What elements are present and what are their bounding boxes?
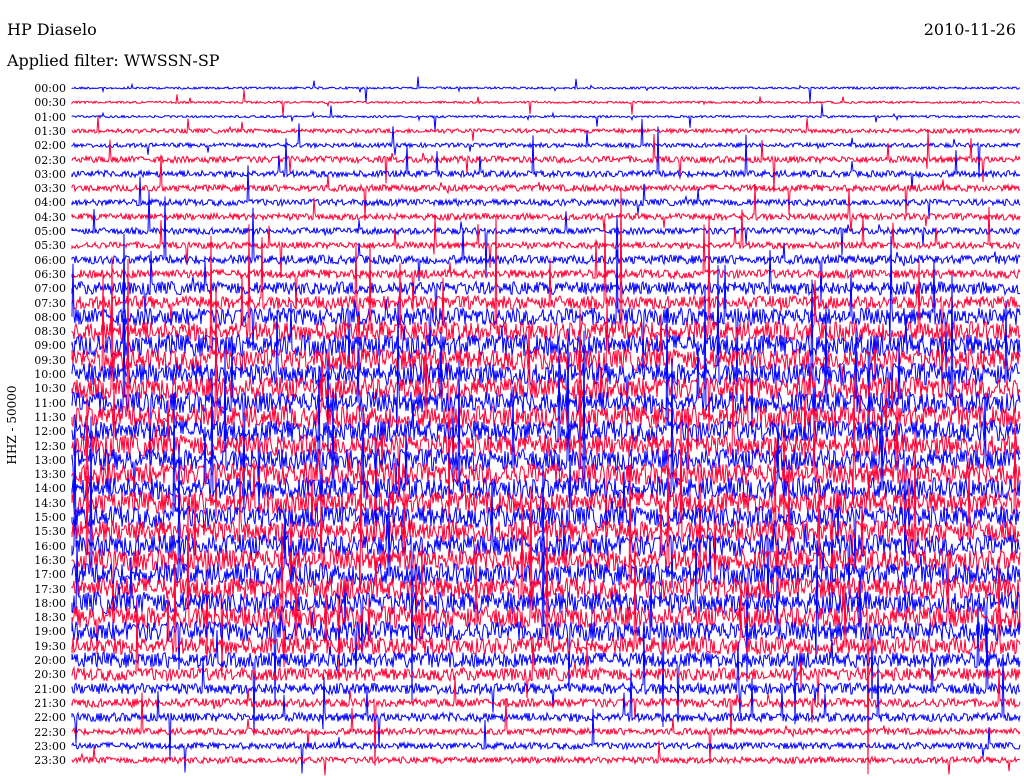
trace-0430 <box>71 183 1021 232</box>
time-label: 11:30 <box>34 410 66 424</box>
time-label: 08:00 <box>34 310 66 324</box>
time-label: 05:00 <box>34 225 66 238</box>
trace-0130 <box>71 116 1021 142</box>
time-label: 13:00 <box>34 453 66 467</box>
time-label: 04:30 <box>34 210 66 224</box>
time-label: 00:30 <box>34 96 66 110</box>
time-label: 01:30 <box>34 124 66 138</box>
trace-0100 <box>71 104 1021 131</box>
time-label: 10:30 <box>34 382 66 396</box>
time-label: 20:00 <box>34 654 66 667</box>
time-label: 11:00 <box>34 396 66 410</box>
trace-0500 <box>71 191 1021 279</box>
time-label: 19:00 <box>34 625 66 639</box>
date-label: 2010-11-26 <box>923 20 1016 39</box>
time-label: 16:30 <box>34 553 66 567</box>
time-label: 05:30 <box>34 239 66 253</box>
time-label: 22:30 <box>34 725 66 739</box>
time-label: 07:00 <box>34 282 66 296</box>
time-label: 03:00 <box>34 167 66 181</box>
time-label: 23:00 <box>34 739 66 753</box>
filter-label: Applied filter: WWSSN-SP <box>7 51 220 70</box>
time-label: 17:00 <box>34 568 66 582</box>
time-label: 02:00 <box>34 139 66 153</box>
time-label: 09:00 <box>34 339 66 353</box>
seismogram-traces <box>71 76 1021 776</box>
time-label: 12:30 <box>34 439 66 453</box>
time-label: 06:30 <box>34 267 66 281</box>
time-label: 14:30 <box>34 496 66 510</box>
time-label: 22:00 <box>34 711 66 725</box>
time-label: 02:30 <box>34 153 66 167</box>
time-label: 10:00 <box>34 368 66 381</box>
time-label: 15:30 <box>34 525 66 539</box>
trace-0200 <box>71 118 1021 177</box>
time-label: 17:30 <box>34 582 66 596</box>
time-label: 19:30 <box>34 639 66 653</box>
time-label: 09:30 <box>34 353 66 367</box>
time-label: 21:00 <box>34 682 66 696</box>
time-label: 18:00 <box>34 596 66 610</box>
time-label: 04:00 <box>34 196 66 210</box>
helicorder-plot: HP Diaselo Applied filter: WWSSN-SP 2010… <box>0 0 1024 780</box>
time-label: 23:30 <box>34 754 66 768</box>
time-label: 14:00 <box>34 482 66 496</box>
time-label: 12:00 <box>34 425 66 439</box>
time-label: 01:00 <box>34 110 66 124</box>
time-label: 03:30 <box>34 182 66 196</box>
time-label: 13:30 <box>34 468 66 482</box>
time-label: 08:30 <box>34 325 66 339</box>
trace-0700 <box>71 250 1021 319</box>
time-label: 15:00 <box>34 511 66 524</box>
trace-0030 <box>71 89 1021 117</box>
trace-0230 <box>71 129 1021 192</box>
time-label: 07:30 <box>34 296 66 310</box>
time-label: 20:30 <box>34 668 66 682</box>
y-axis-label: HHZ - 50000 <box>5 385 19 465</box>
time-label: 21:30 <box>34 696 66 710</box>
station-title: HP Diaselo <box>7 20 97 39</box>
trace-0000 <box>71 76 1021 103</box>
trace-0630 <box>71 224 1021 311</box>
time-label: 06:00 <box>34 253 66 267</box>
time-label: 16:00 <box>34 539 66 553</box>
time-label: 18:30 <box>34 611 66 625</box>
trace-0330 <box>71 154 1021 221</box>
time-label: 00:00 <box>34 82 66 95</box>
